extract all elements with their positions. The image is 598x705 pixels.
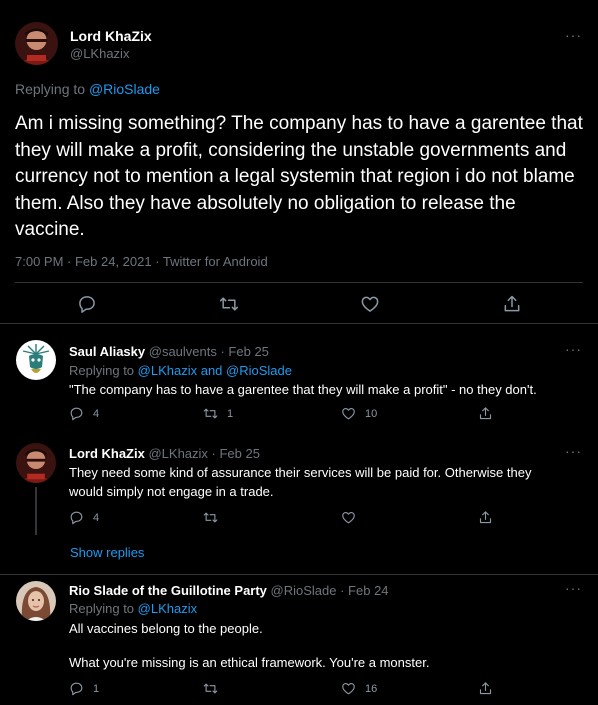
author-handle[interactable]: @LKhazix xyxy=(70,46,129,61)
replying-to: Replying to @LKhazix xyxy=(69,601,197,616)
tweet-timestamp[interactable]: 7:00 PM · Feb 24, 2021 · xyxy=(15,254,163,269)
like-icon xyxy=(341,510,356,525)
reply-tweet[interactable]: Saul Aliasky @saulvents · Feb 25 ··· Rep… xyxy=(0,324,598,423)
main-tweet: Lord KhaZix @LKhazix ··· Replying to @Ri… xyxy=(0,0,598,323)
avatar[interactable] xyxy=(16,581,56,621)
share-icon xyxy=(478,681,493,696)
reply-icon xyxy=(69,406,84,421)
reply-count: 1 xyxy=(93,682,100,695)
share-action[interactable] xyxy=(478,406,493,421)
reply-action[interactable]: 4 xyxy=(69,406,99,421)
reply-header: Lord KhaZix @LKhazix · Feb 25 xyxy=(69,446,260,461)
reply-header: Saul Aliasky @saulvents · Feb 25 xyxy=(69,344,269,359)
retweet-action[interactable] xyxy=(203,510,218,525)
author-handle[interactable]: @saulvents xyxy=(149,344,217,359)
replying-prefix: Replying to xyxy=(69,601,138,616)
show-replies-link[interactable]: Show replies xyxy=(70,545,144,560)
reply-text-line-1: All vaccines belong to the people. xyxy=(69,621,263,636)
reply-text: They need some kind of assurance their s… xyxy=(69,465,532,499)
avatar[interactable] xyxy=(16,443,56,483)
reply-text: "The company has to have a garentee that… xyxy=(69,382,537,397)
mention-link[interactable]: @RioSlade xyxy=(89,81,160,97)
share-icon xyxy=(478,406,493,421)
more-options-icon[interactable]: ··· xyxy=(565,341,582,357)
reply-count: 4 xyxy=(93,511,100,524)
avatar-image xyxy=(16,443,56,483)
reply-text-line-2: What you're missing is an ethical framew… xyxy=(69,655,430,670)
share-icon[interactable] xyxy=(502,294,522,314)
avatar-image xyxy=(16,340,56,380)
mention-link[interactable]: @LKhazix xyxy=(138,601,197,616)
author-name[interactable]: Lord KhaZix xyxy=(70,28,152,44)
like-action[interactable] xyxy=(341,510,356,525)
tweet-date[interactable]: · Feb 25 xyxy=(208,446,260,461)
avatar[interactable] xyxy=(15,22,58,65)
thread-line xyxy=(35,487,37,535)
retweet-icon xyxy=(203,510,218,525)
tweet-date[interactable]: · Feb 24 xyxy=(337,583,388,598)
avatar[interactable] xyxy=(16,340,56,380)
reply-count: 4 xyxy=(93,407,100,420)
divider xyxy=(15,282,583,283)
replying-to: Replying to @RioSlade xyxy=(15,81,160,97)
reply-icon xyxy=(69,510,84,525)
reply-icon xyxy=(69,681,84,696)
retweet-action[interactable] xyxy=(203,681,218,696)
like-icon xyxy=(341,406,356,421)
replying-prefix: Replying to xyxy=(15,81,86,97)
mention-link[interactable]: @LKhazix and @RioSlade xyxy=(138,363,292,378)
replying-prefix: Replying to xyxy=(69,363,138,378)
reply-header: Rio Slade of the Guillotine Party @RioSl… xyxy=(69,583,389,598)
like-icon xyxy=(341,681,356,696)
replying-to: Replying to @LKhazix and @RioSlade xyxy=(69,363,292,378)
like-count: 10 xyxy=(365,407,378,420)
tweet-actions xyxy=(0,294,598,318)
avatar-image xyxy=(16,581,56,621)
share-action[interactable] xyxy=(478,510,493,525)
retweet-icon xyxy=(203,681,218,696)
retweet-count: 1 xyxy=(227,407,234,420)
retweet-action[interactable]: 1 xyxy=(203,406,233,421)
like-icon[interactable] xyxy=(360,294,380,314)
avatar-image xyxy=(15,22,58,65)
like-count: 16 xyxy=(365,682,378,695)
author-name[interactable]: Saul Aliasky xyxy=(69,344,145,359)
more-options-icon[interactable]: ··· xyxy=(565,580,582,596)
share-action[interactable] xyxy=(478,681,493,696)
tweet-date[interactable]: · Feb 25 xyxy=(217,344,268,359)
reply-tweet[interactable]: Rio Slade of the Guillotine Party @RioSl… xyxy=(0,575,598,705)
retweet-icon xyxy=(203,406,218,421)
more-options-icon[interactable]: ··· xyxy=(565,27,582,43)
share-icon xyxy=(478,510,493,525)
author-name[interactable]: Rio Slade of the Guillotine Party xyxy=(69,583,267,598)
tweet-text: Am i missing something? The company has … xyxy=(15,113,583,240)
like-action[interactable]: 10 xyxy=(341,406,377,421)
tweet-client[interactable]: Twitter for Android xyxy=(163,254,268,269)
reply-action[interactable]: 4 xyxy=(69,510,99,525)
like-action[interactable]: 16 xyxy=(341,681,377,696)
more-options-icon[interactable]: ··· xyxy=(565,443,582,459)
reply-icon[interactable] xyxy=(77,294,97,314)
author-handle[interactable]: @LKhazix xyxy=(148,446,207,461)
author-handle[interactable]: @RioSlade xyxy=(271,583,337,598)
reply-action[interactable]: 1 xyxy=(69,681,99,696)
retweet-icon[interactable] xyxy=(219,294,239,314)
author-name[interactable]: Lord KhaZix xyxy=(69,446,145,461)
tweet-meta: 7:00 PM · Feb 24, 2021 · Twitter for And… xyxy=(15,254,268,269)
